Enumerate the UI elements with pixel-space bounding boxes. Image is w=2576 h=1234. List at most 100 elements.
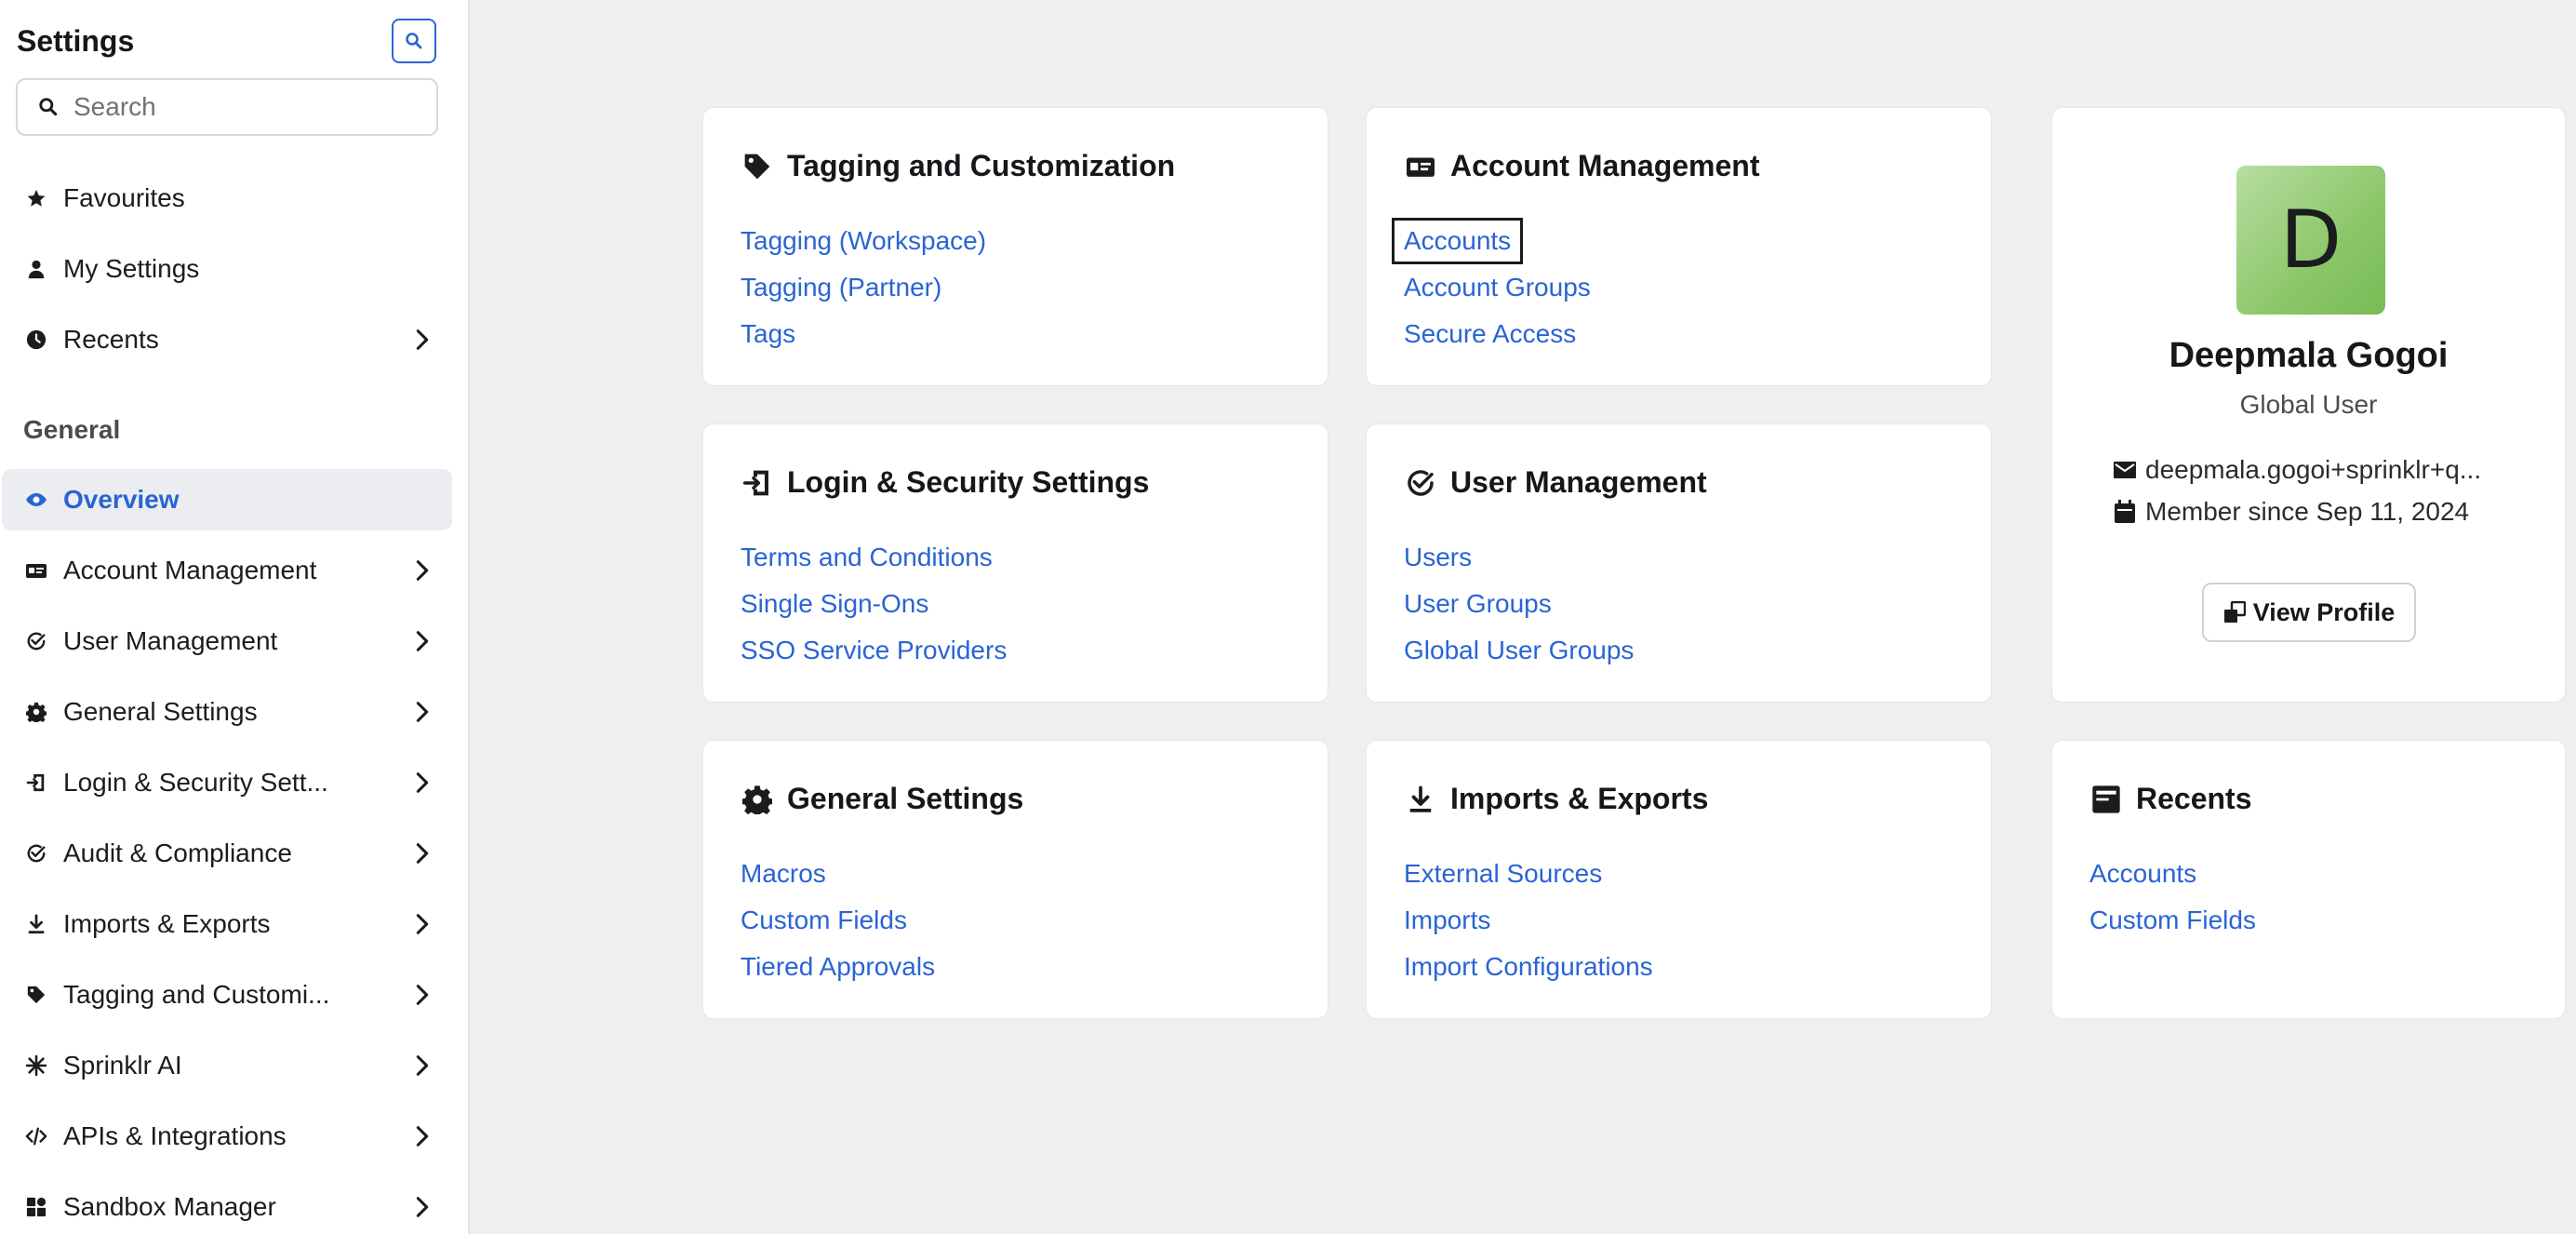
link-secure-access[interactable]: Secure Access (1404, 311, 1591, 357)
card-links: Macros Custom Fields Tiered Approvals (741, 851, 935, 990)
profile-member-since: Member since Sep 11, 2024 (2145, 497, 2470, 526)
focused-link-outline: Accounts (1392, 218, 1524, 264)
search-icon (406, 33, 422, 49)
card-user-management: User Management Users User Groups Global… (1366, 423, 1992, 703)
sidebar-item-label: Audit & Compliance (63, 838, 292, 867)
link-macros[interactable]: Macros (741, 851, 935, 897)
search-input[interactable] (73, 92, 408, 122)
sidebar-item-label: APIs & Integrations (63, 1121, 287, 1150)
chevron-right-icon (416, 1055, 429, 1076)
login-icon (741, 466, 774, 500)
tag-icon (741, 150, 774, 183)
chevron-right-icon (416, 985, 429, 1005)
card-recents: Recents Accounts Custom Fields (2051, 740, 2566, 1019)
sidebar-item-label: Login & Security Sett... (63, 768, 328, 797)
profile-email: deepmala.gogoi+sprinklr+q... (2145, 455, 2482, 484)
tag-icon (24, 983, 48, 1007)
chevron-right-icon (416, 329, 429, 350)
sidebar-item-imports-exports[interactable]: Imports & Exports (2, 893, 452, 955)
settings-sidebar: Settings Favourites My Settings Recents … (0, 0, 470, 1234)
sidebar-item-favourites[interactable]: Favourites (2, 168, 452, 229)
avatar: D (2236, 166, 2385, 315)
link-tiered-approvals[interactable]: Tiered Approvals (741, 944, 935, 990)
card-links: Users User Groups Global User Groups (1404, 534, 1634, 674)
recents-card-icon (2089, 783, 2123, 816)
sidebar-search-box[interactable] (16, 78, 438, 136)
card-imports-exports: Imports & Exports External Sources Impor… (1366, 740, 1992, 1019)
sidebar-item-sprinklr-ai[interactable]: Sprinklr AI (2, 1035, 452, 1096)
star-icon (24, 186, 48, 210)
link-tagging-workspace[interactable]: Tagging (Workspace) (741, 218, 986, 264)
link-recent-accounts[interactable]: Accounts (2089, 851, 2256, 897)
card-header: Recents (2089, 782, 2252, 816)
link-import-configurations[interactable]: Import Configurations (1404, 944, 1653, 990)
card-header: General Settings (741, 782, 1023, 816)
sidebar-item-recents[interactable]: Recents (2, 309, 452, 370)
sidebar-item-label: General Settings (63, 697, 258, 726)
sidebar-item-apis-integrations[interactable]: APIs & Integrations (2, 1106, 452, 1167)
chevron-right-icon (416, 631, 429, 651)
id-card-icon (1404, 150, 1437, 183)
sidebar-item-audit-compliance[interactable]: Audit & Compliance (2, 823, 452, 884)
card-account-management: Account Management Accounts Account Grou… (1366, 107, 1992, 386)
view-profile-button[interactable]: View Profile (2202, 583, 2416, 642)
link-tags[interactable]: Tags (741, 311, 986, 357)
sidebar-item-overview[interactable]: Overview (2, 469, 452, 530)
download-icon (1404, 783, 1437, 816)
sidebar-item-label: Account Management (63, 556, 317, 584)
external-view-icon (2223, 601, 2246, 624)
link-accounts[interactable]: Accounts (1392, 218, 1591, 264)
sidebar-item-label: User Management (63, 626, 278, 655)
profile-name: Deepmala Gogoi (2169, 336, 2449, 375)
card-title: User Management (1450, 465, 1707, 499)
card-links: Accounts Custom Fields (2089, 851, 2256, 944)
link-users[interactable]: Users (1404, 534, 1634, 581)
sidebar-item-general-settings[interactable]: General Settings (2, 681, 452, 743)
link-external-sources[interactable]: External Sources (1404, 851, 1653, 897)
card-title: Imports & Exports (1450, 782, 1709, 815)
link-sso-service-providers[interactable]: SSO Service Providers (741, 627, 1007, 674)
view-profile-label: View Profile (2252, 597, 2396, 626)
grid-icon (24, 1195, 48, 1219)
sidebar-item-account-management[interactable]: Account Management (2, 540, 452, 601)
login-icon (24, 771, 48, 795)
link-custom-fields[interactable]: Custom Fields (741, 897, 935, 944)
mail-icon (2112, 457, 2138, 483)
link-terms-and-conditions[interactable]: Terms and Conditions (741, 534, 1007, 581)
card-title: Tagging and Customization (787, 149, 1176, 182)
eye-icon (24, 488, 48, 512)
sidebar-item-label: Favourites (63, 183, 185, 212)
link-global-user-groups[interactable]: Global User Groups (1404, 627, 1634, 674)
sidebar-item-label: Overview (63, 485, 180, 514)
card-login-security: Login & Security Settings Terms and Cond… (702, 423, 1328, 703)
link-tagging-partner[interactable]: Tagging (Partner) (741, 264, 986, 311)
link-single-sign-ons[interactable]: Single Sign-Ons (741, 581, 1007, 627)
sidebar-item-tagging-customization[interactable]: Tagging and Customi... (2, 964, 452, 1026)
card-header: Login & Security Settings (741, 465, 1149, 500)
sidebar-section-label: General (23, 415, 121, 444)
card-title: General Settings (787, 782, 1024, 815)
check-circle-icon (24, 629, 48, 653)
card-links: Accounts Account Groups Secure Access (1392, 218, 1591, 357)
chevron-right-icon (416, 1197, 429, 1217)
sidebar-title: Settings (17, 23, 135, 58)
sidebar-item-label: Imports & Exports (63, 909, 271, 938)
chevron-right-icon (416, 1126, 429, 1147)
clock-icon (24, 328, 48, 352)
sidebar-item-my-settings[interactable]: My Settings (2, 238, 452, 300)
link-account-groups[interactable]: Account Groups (1404, 264, 1591, 311)
download-icon (24, 912, 48, 936)
sidebar-item-user-management[interactable]: User Management (2, 610, 452, 672)
search-toggle-button[interactable] (392, 19, 436, 63)
sidebar-item-sandbox-manager[interactable]: Sandbox Manager (2, 1176, 452, 1234)
link-recent-custom-fields[interactable]: Custom Fields (2089, 897, 2256, 944)
card-profile: D Deepmala Gogoi Global User deepmala.go… (2051, 107, 2566, 703)
chevron-right-icon (416, 772, 429, 793)
link-user-groups[interactable]: User Groups (1404, 581, 1634, 627)
card-title: Login & Security Settings (787, 465, 1150, 499)
link-imports[interactable]: Imports (1404, 897, 1653, 944)
card-title: Account Management (1450, 149, 1760, 182)
sidebar-item-login-security[interactable]: Login & Security Sett... (2, 752, 452, 813)
profile-role: Global User (2239, 390, 2378, 419)
search-icon (39, 98, 58, 116)
